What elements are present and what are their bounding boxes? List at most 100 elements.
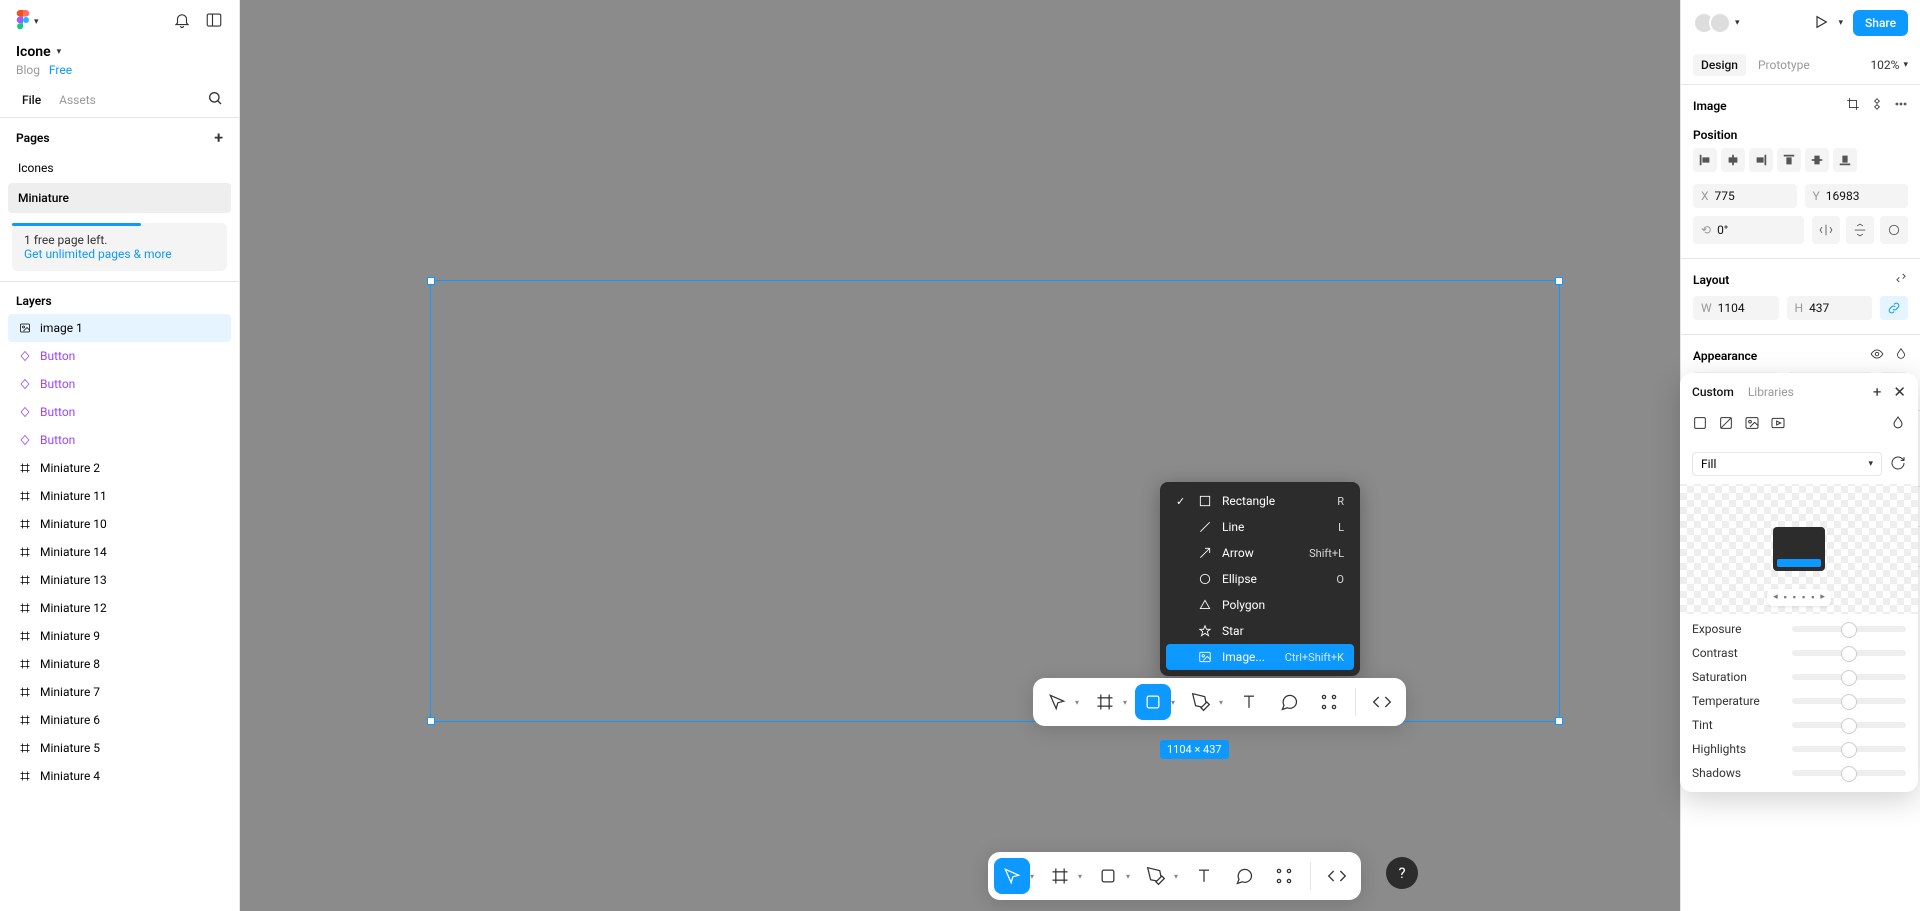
flip-h[interactable]: [1812, 216, 1840, 244]
component-icon[interactable]: [1870, 97, 1884, 114]
chevron-down-icon[interactable]: ▾: [1735, 18, 1740, 28]
solid-fill-icon[interactable]: [1692, 415, 1708, 434]
avatar[interactable]: [1709, 12, 1731, 34]
canvas[interactable]: 1104 × 437 ✓RectangleRLineLArrowShift+LE…: [240, 0, 1680, 911]
chevron-down-icon[interactable]: ▾: [1078, 872, 1082, 881]
layer-item[interactable]: Miniature 12: [8, 594, 231, 622]
tab-prototype[interactable]: Prototype: [1750, 54, 1818, 76]
layer-item[interactable]: Button: [8, 342, 231, 370]
shape-menu-arrow[interactable]: ArrowShift+L: [1166, 540, 1354, 566]
layer-item[interactable]: Button: [8, 398, 231, 426]
slider-highlights[interactable]: [1792, 746, 1906, 752]
chevron-down-icon[interactable]: ▾: [1171, 698, 1175, 707]
crop-icon[interactable]: [1846, 97, 1860, 114]
add-page-button[interactable]: +: [214, 128, 223, 147]
layer-item[interactable]: Miniature 11: [8, 482, 231, 510]
file-project[interactable]: Blog: [16, 63, 40, 77]
layer-item[interactable]: Miniature 14: [8, 538, 231, 566]
layer-item[interactable]: Button: [8, 426, 231, 454]
comment-tool[interactable]: [1271, 684, 1307, 720]
selection-outline[interactable]: [430, 280, 1560, 722]
frame-tool[interactable]: [1042, 858, 1078, 894]
visibility-icon[interactable]: [1870, 347, 1884, 364]
slider-saturation[interactable]: [1792, 674, 1906, 680]
tab-file[interactable]: File: [16, 83, 47, 117]
shape-menu-line[interactable]: LineL: [1166, 514, 1354, 540]
chevron-down-icon[interactable]: ▾: [1174, 872, 1178, 881]
page-item[interactable]: Icones: [8, 153, 231, 183]
file-title[interactable]: Icone: [16, 44, 51, 60]
slider-tint[interactable]: [1792, 722, 1906, 728]
align-right[interactable]: [1749, 148, 1773, 172]
pen-tool[interactable]: [1183, 684, 1219, 720]
shape-menu-polygon[interactable]: Polygon: [1166, 592, 1354, 618]
close-icon[interactable]: ✕: [1893, 383, 1906, 401]
tab-assets[interactable]: Assets: [53, 83, 102, 117]
gradient-fill-icon[interactable]: [1718, 415, 1734, 434]
resize-handle-br[interactable]: [1555, 717, 1563, 725]
tab-libraries[interactable]: Libraries: [1748, 385, 1794, 399]
help-button[interactable]: ?: [1386, 857, 1418, 889]
actions-tool[interactable]: [1266, 858, 1302, 894]
frame-tool[interactable]: [1087, 684, 1123, 720]
tab-custom[interactable]: Custom: [1692, 385, 1734, 399]
dev-mode-toggle[interactable]: [1364, 684, 1400, 720]
layer-item[interactable]: Miniature 6: [8, 706, 231, 734]
layer-item[interactable]: Miniature 9: [8, 622, 231, 650]
layer-item[interactable]: Miniature 13: [8, 566, 231, 594]
comment-tool[interactable]: [1226, 858, 1262, 894]
layer-item[interactable]: Miniature 5: [8, 734, 231, 762]
figma-menu[interactable]: ▾: [16, 10, 39, 34]
slider-temperature[interactable]: [1792, 698, 1906, 704]
zoom-select[interactable]: 102%▾: [1870, 58, 1908, 72]
shape-menu-ellipse[interactable]: EllipseO: [1166, 566, 1354, 592]
image-fill-icon[interactable]: [1744, 415, 1760, 434]
collaborators[interactable]: ▾: [1693, 12, 1740, 34]
layer-item[interactable]: Miniature 10: [8, 510, 231, 538]
present-icon[interactable]: [1813, 14, 1829, 33]
shape-menu-image[interactable]: Image...Ctrl+Shift+K: [1166, 644, 1354, 670]
chevron-down-icon[interactable]: ▾: [1075, 698, 1079, 707]
shape-menu-star[interactable]: Star: [1166, 618, 1354, 644]
bell-icon[interactable]: [173, 11, 191, 33]
chevron-down-icon[interactable]: ▾: [1126, 872, 1130, 881]
layer-item[interactable]: Miniature 2: [8, 454, 231, 482]
slider-shadows[interactable]: [1792, 770, 1906, 776]
x-input[interactable]: X775: [1693, 184, 1797, 208]
more-icon[interactable]: [1894, 97, 1908, 114]
plan-link[interactable]: Free: [49, 63, 72, 77]
chevron-down-icon[interactable]: ▾: [1123, 698, 1127, 707]
blend-icon[interactable]: [1894, 347, 1908, 364]
move-tool[interactable]: [994, 858, 1030, 894]
move-tool[interactable]: [1039, 684, 1075, 720]
layer-item[interactable]: Button: [8, 370, 231, 398]
image-fill-panel[interactable]: Custom Libraries + ✕ Fill ▾ ◂▪▪▪▪▸: [1680, 373, 1918, 792]
align-left[interactable]: [1693, 148, 1717, 172]
blend-mode-icon[interactable]: [1890, 415, 1906, 434]
align-hcenter[interactable]: [1721, 148, 1745, 172]
chevron-down-icon[interactable]: ▾: [1219, 698, 1223, 707]
resize-handle-bl[interactable]: [427, 717, 435, 725]
flip-v[interactable]: [1846, 216, 1874, 244]
upgrade-link[interactable]: Get unlimited pages & more: [24, 247, 172, 261]
resize-handle-tr[interactable]: [1555, 277, 1563, 285]
search-icon[interactable]: [207, 90, 223, 110]
shape-menu-rect[interactable]: ✓RectangleR: [1166, 488, 1354, 514]
align-bottom[interactable]: [1833, 148, 1857, 172]
panels-icon[interactable]: [205, 11, 223, 33]
resize-handle-tl[interactable]: [427, 277, 435, 285]
shape-menu[interactable]: ✓RectangleRLineLArrowShift+LEllipseOPoly…: [1160, 482, 1360, 676]
align-vcenter[interactable]: [1805, 148, 1829, 172]
shape-tool[interactable]: [1090, 858, 1126, 894]
add-icon[interactable]: +: [1873, 383, 1882, 401]
align-top[interactable]: [1777, 148, 1801, 172]
text-tool[interactable]: [1231, 684, 1267, 720]
layer-item[interactable]: Miniature 7: [8, 678, 231, 706]
y-input[interactable]: Y16983: [1805, 184, 1909, 208]
w-input[interactable]: W1104: [1693, 296, 1779, 320]
more-transform[interactable]: [1880, 216, 1908, 244]
image-preview[interactable]: ◂▪▪▪▪▸: [1680, 484, 1918, 614]
h-input[interactable]: H437: [1787, 296, 1873, 320]
dev-mode-toggle[interactable]: [1319, 858, 1355, 894]
link-wh[interactable]: [1880, 296, 1908, 320]
